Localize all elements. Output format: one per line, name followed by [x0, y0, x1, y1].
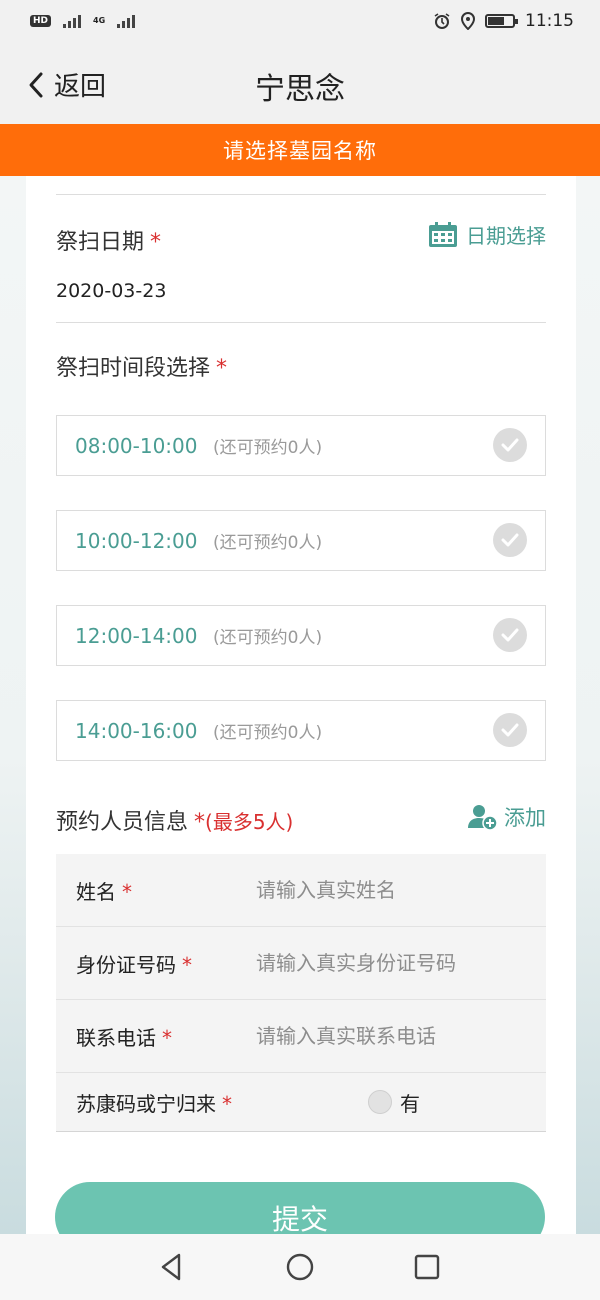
time-slot-0800[interactable]: 08:00-10:00 (还可预约0人) [56, 415, 546, 476]
alarm-icon [434, 13, 450, 29]
date-value: 2020-03-23 [56, 280, 167, 302]
date-picker-button[interactable]: 日期选择 [428, 220, 546, 249]
time-slot-1400[interactable]: 14:00-16:00 (还可预约0人) [56, 700, 546, 761]
health-code-row: 苏康码或宁归来 * 有 [56, 1073, 546, 1132]
check-circle-icon [493, 523, 527, 557]
signal-icon-2 [117, 14, 136, 28]
divider [56, 322, 546, 323]
id-label: 身份证号码 * [76, 952, 192, 977]
phone-label: 联系电话 * [76, 1025, 172, 1050]
health-option-label: 有 [400, 1091, 420, 1116]
slot-time: 12:00-14:00 [75, 623, 198, 648]
system-nav-bar [0, 1234, 600, 1300]
submit-label: 提交 [271, 1203, 328, 1236]
page-title: 宁思念 [255, 72, 345, 107]
calendar-icon [429, 221, 457, 247]
nav-bar: 返回 宁思念 [0, 42, 600, 124]
nav-back-icon[interactable] [155, 1250, 189, 1284]
date-picker-label: 日期选择 [466, 224, 546, 248]
time-slot-1000[interactable]: 10:00-12:00 (还可预约0人) [56, 510, 546, 571]
network-label: 4G [93, 16, 106, 25]
radio-circle-icon [368, 1090, 392, 1114]
health-code-radio[interactable]: 有 [368, 1088, 420, 1117]
divider [56, 194, 546, 195]
slot-quota: (还可预约0人) [213, 438, 323, 458]
signal-icon [63, 14, 82, 28]
battery-icon [485, 14, 518, 28]
slot-time: 14:00-16:00 [75, 718, 198, 743]
time-slot-1200[interactable]: 12:00-14:00 (还可预约0人) [56, 605, 546, 666]
name-label: 姓名 * [76, 879, 132, 904]
cemetery-select-label: 请选择墓园名称 [223, 139, 377, 163]
person-form: 姓名* 身份证号码* 联系电话* 苏康码或宁归来* 有 [56, 854, 546, 1132]
slot-quota: (还可预约0人) [213, 628, 323, 648]
reservation-card: 祭扫日期 * 日期选择 2020-03-23 祭扫时间段选择 * 08:00-10:… [26, 176, 576, 1234]
check-circle-icon [493, 428, 527, 462]
hd-badge: HD [30, 15, 52, 27]
slot-quota: (还可预约0人) [213, 533, 323, 553]
nav-recents-icon[interactable] [410, 1250, 444, 1284]
check-circle-icon [493, 618, 527, 652]
add-person-label: 添加 [504, 806, 546, 830]
phone-input[interactable] [256, 1016, 486, 1056]
cemetery-select-button[interactable]: 请选择墓园名称 [0, 124, 600, 176]
id-row: 身份证号码 * [56, 927, 546, 1000]
max-persons-note: (最多5人) [205, 810, 294, 834]
name-row: 姓名 * [56, 854, 546, 927]
name-input[interactable] [256, 870, 486, 910]
location-icon [461, 12, 475, 30]
health-code-label: 苏康码或宁归来 * [76, 1091, 232, 1116]
slot-quota: (还可预约0人) [213, 723, 323, 743]
status-time: 11:15 [525, 11, 574, 31]
nav-home-icon[interactable] [283, 1250, 317, 1284]
phone-row: 联系电话 * [56, 1000, 546, 1073]
persons-section-label: 预约人员信息 *(最多5人) [56, 810, 294, 835]
slot-time: 08:00-10:00 [75, 433, 198, 458]
check-circle-icon [493, 713, 527, 747]
add-person-button[interactable]: 添加 [468, 802, 546, 832]
status-bar: HD 4G 11:15 [0, 0, 600, 42]
add-person-icon [468, 805, 498, 830]
slot-time: 10:00-12:00 [75, 528, 198, 553]
id-number-input[interactable] [256, 943, 486, 983]
date-label: 祭扫日期 * [56, 230, 162, 255]
slot-section-label: 祭扫时间段选择 * [56, 356, 228, 381]
